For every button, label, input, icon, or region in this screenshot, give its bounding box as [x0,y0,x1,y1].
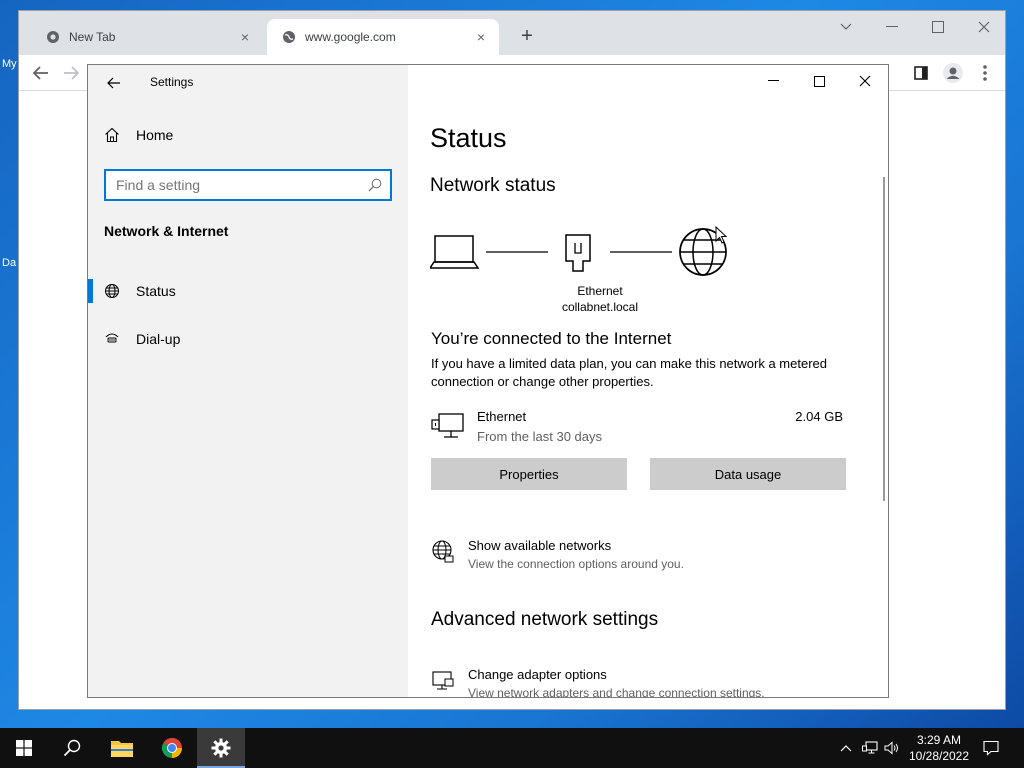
taskbar: 3:29 AM 10/28/2022 [0,728,1024,768]
tab-title: New Tab [69,30,116,44]
browser-menu-icon[interactable] [973,61,997,85]
clock-time: 3:29 AM [916,733,962,747]
desktop-icon-label-my[interactable]: My [2,58,17,70]
browser-close-icon[interactable] [961,11,1007,43]
show-networks-title: Show available networks [468,538,612,553]
settings-window: Settings Home Network & Internet Status [87,64,889,698]
taskbar-search-button[interactable] [48,728,96,768]
network-status-heading: Network status [430,175,556,196]
adapter-name-label: Ethernet [577,284,623,298]
start-icon [16,740,32,756]
new-tab-button[interactable]: + [515,25,539,49]
network-tray-icon[interactable] [862,740,878,756]
nav-item-label: Status [136,283,176,299]
settings-minimize-icon[interactable] [750,65,796,97]
connection-name: Ethernet [477,409,527,424]
ethernet-monitor-icon [431,411,465,441]
chrome-favicon-icon [45,29,61,45]
back-arrow-icon[interactable] [102,71,126,95]
settings-navigation-pane: Settings Home Network & Internet Status [88,65,408,697]
tab-close-icon[interactable]: × [237,29,253,45]
settings-search-input[interactable] [116,177,368,193]
laptop-ethernet-globe-icon [428,228,727,276]
file-explorer-button[interactable] [98,728,146,768]
adapter-options-subtitle: View network adapters and change connect… [468,686,765,697]
home-label: Home [136,127,174,143]
desktop-icon-label-da[interactable]: Da [2,257,16,269]
settings-close-icon[interactable] [842,65,888,97]
search-icon [63,739,81,757]
content-scrollbar[interactable] [883,177,885,501]
ethernet-connection-row: Ethernet From the last 30 days 2.04 GB [431,407,843,451]
page-title: Status [430,123,507,153]
show-available-networks-link[interactable]: Show available networks View the connect… [431,538,851,578]
settings-gear-icon [211,738,231,758]
tab-title: www.google.com [305,30,396,44]
globe-network-icon [431,540,455,564]
change-adapter-options-link[interactable]: Change adapter options View network adap… [431,667,851,697]
settings-taskbar-button[interactable] [197,728,245,768]
file-explorer-icon [111,741,133,757]
network-adapter-icon [431,669,455,693]
mouse-cursor-icon [715,226,727,244]
dial-up-icon [104,331,122,347]
connection-status-description: If you have a limited data plan, you can… [431,356,827,389]
browser-tab-new-tab[interactable]: New Tab × [31,19,263,55]
nav-item-dial-up[interactable]: Dial-up [88,319,408,359]
chevron-up-icon[interactable] [838,740,854,756]
nav-section-title: Network & Internet [104,223,229,239]
tab-close-icon[interactable]: × [473,29,489,45]
network-status-diagram: Ethernet collabnet.local [428,225,740,315]
advanced-settings-heading: Advanced network settings [431,609,659,630]
forward-arrow-icon[interactable] [59,61,83,85]
settings-content-pane: Status Network status Ethernet collabnet… [408,65,888,697]
back-arrow-icon[interactable] [29,61,53,85]
network-domain-label: collabnet.local [561,300,639,314]
globe-favicon-icon [281,29,297,45]
data-usage-button[interactable]: Data usage [650,458,846,490]
clock-date: 10/28/2022 [908,749,970,763]
chrome-icon [161,737,183,759]
chrome-button[interactable] [148,728,196,768]
start-button[interactable] [0,728,48,768]
nav-item-status[interactable]: Status [88,271,408,311]
profile-avatar-icon[interactable] [941,61,965,85]
tab-search-chevron-icon[interactable] [823,11,869,43]
settings-maximize-icon[interactable] [796,65,842,97]
nav-item-label: Dial-up [136,331,181,347]
volume-icon[interactable] [884,740,900,756]
settings-search-box[interactable] [104,169,392,201]
settings-app-title: Settings [150,75,194,89]
data-usage-amount: 2.04 GB [795,409,843,424]
globe-icon [104,283,122,299]
browser-tab-google[interactable]: www.google.com × [267,19,499,55]
home-icon [104,127,122,143]
adapter-options-title: Change adapter options [468,667,607,682]
taskbar-clock[interactable]: 3:29 AM 10/28/2022 [904,732,974,764]
home-nav-item[interactable]: Home [104,127,173,143]
browser-tab-strip: New Tab × www.google.com × + [19,11,1005,55]
notifications-icon[interactable] [983,740,999,756]
properties-button[interactable]: Properties [431,458,627,490]
connection-status-title: You’re connected to the Internet [431,329,672,348]
usage-period: From the last 30 days [477,429,602,444]
browser-minimize-icon[interactable] [869,11,915,43]
search-icon[interactable] [368,178,382,192]
side-panel-icon[interactable] [909,61,933,85]
show-networks-subtitle: View the connection options around you. [468,557,684,571]
browser-maximize-icon[interactable] [915,11,961,43]
